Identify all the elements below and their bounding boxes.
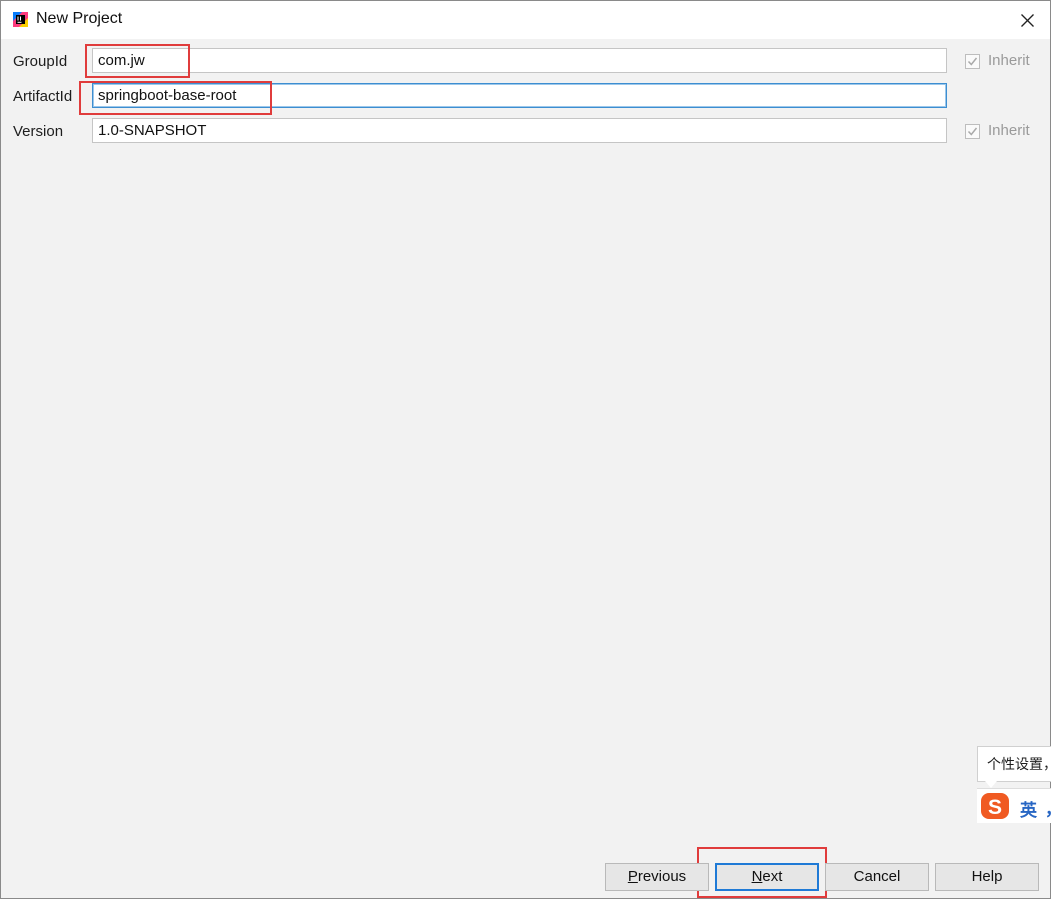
next-mnemonic: N <box>751 868 763 885</box>
new-project-dialog: New Project GroupId Inherit ArtifactId V… <box>0 0 1051 899</box>
ime-tooltip: 个性设置， <box>977 746 1051 782</box>
previous-button[interactable]: Previous <box>605 863 709 891</box>
close-icon <box>1021 14 1034 27</box>
title-bar: New Project <box>1 1 1050 39</box>
ime-mode-indicator[interactable]: 英 <box>1020 796 1037 821</box>
version-field[interactable] <box>92 118 947 143</box>
ime-tooltip-arrow <box>985 781 997 788</box>
checkbox-box <box>965 124 980 139</box>
next-button[interactable]: Next <box>715 863 819 891</box>
inherit-label: Inherit <box>988 122 1030 139</box>
check-icon <box>967 57 978 66</box>
check-icon <box>967 127 978 136</box>
close-button[interactable] <box>1010 5 1044 35</box>
previous-mnemonic: P <box>627 868 638 885</box>
ime-status-bar[interactable]: S 英 ， <box>977 788 1051 823</box>
window-title: New Project <box>36 10 123 27</box>
sogou-logo-icon: S <box>980 792 1010 820</box>
checkbox-box <box>965 54 980 69</box>
previous-label-post: revious <box>637 868 687 885</box>
intellij-idea-icon <box>13 12 28 27</box>
version-label: Version <box>13 123 64 140</box>
next-label-post: ext <box>762 868 783 885</box>
groupid-field[interactable] <box>92 48 947 73</box>
groupid-label: GroupId <box>13 53 68 70</box>
artifactid-field[interactable] <box>92 83 947 108</box>
inherit-label: Inherit <box>988 52 1030 69</box>
artifactid-label: ArtifactId <box>13 88 73 105</box>
help-button[interactable]: Help <box>935 863 1039 891</box>
svg-text:S: S <box>988 796 1002 819</box>
cancel-button[interactable]: Cancel <box>825 863 929 891</box>
ime-punctuation-indicator[interactable]: ， <box>1045 795 1051 820</box>
